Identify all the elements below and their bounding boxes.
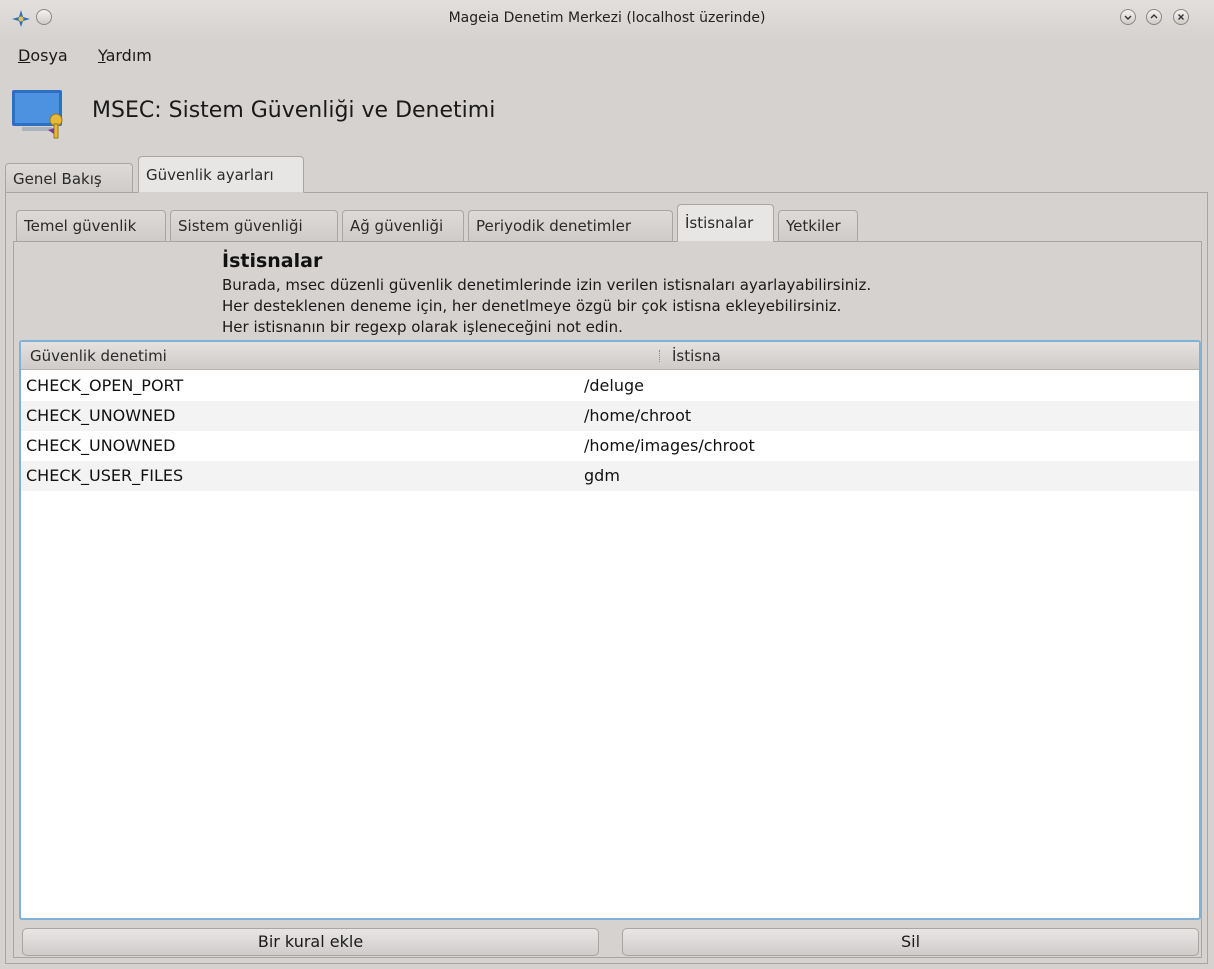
cell-security-check: CHECK_USER_FILES xyxy=(26,466,184,485)
column-separator[interactable] xyxy=(659,350,662,362)
security-monitor-icon xyxy=(10,80,76,140)
description-line: Burada, msec düzenli güvenlik denetimler… xyxy=(222,276,872,294)
section-title: İstisnalar xyxy=(222,250,323,272)
menu-help-label: ardım xyxy=(105,46,152,65)
description-line: Her istisnanın bir regexp olarak işlenec… xyxy=(222,318,623,336)
tab-exceptions[interactable]: İstisnalar xyxy=(677,204,774,242)
menu-file-accel: D xyxy=(18,46,31,65)
cell-security-check: CHECK_UNOWNED xyxy=(26,406,176,425)
tab-general-overview[interactable]: Genel Bakış xyxy=(5,163,133,193)
close-icon[interactable] xyxy=(1173,9,1189,25)
column-header-security-check[interactable]: Güvenlik denetimi xyxy=(30,347,167,365)
minimize-icon[interactable] xyxy=(1120,9,1136,25)
cell-security-check: CHECK_UNOWNED xyxy=(26,436,176,455)
menu-bar: Dosya Yardım xyxy=(0,38,1214,72)
description-line: Her desteklenen deneme için, her denetlm… xyxy=(222,297,842,315)
menu-help-accel: Y xyxy=(98,46,106,65)
page-header: MSEC: Sistem Güvenliği ve Denetimi xyxy=(0,74,1214,150)
cell-exception: gdm xyxy=(584,466,620,485)
app-window: Mageia Denetim Merkezi (localhost üzerin… xyxy=(0,0,1214,969)
table-row[interactable]: CHECK_UNOWNED /home/chroot xyxy=(21,401,1199,431)
title-bar[interactable]: Mageia Denetim Merkezi (localhost üzerin… xyxy=(0,0,1214,38)
table-row[interactable]: CHECK_USER_FILES gdm xyxy=(21,461,1199,491)
tab-basic-security[interactable]: Temel güvenlik xyxy=(16,210,166,241)
column-header-exception[interactable]: İstisna xyxy=(672,347,721,365)
cell-exception: /home/chroot xyxy=(584,406,692,425)
cell-security-check: CHECK_OPEN_PORT xyxy=(26,376,184,395)
exceptions-table[interactable]: Güvenlik denetimi İstisna CHECK_OPEN_POR… xyxy=(19,340,1201,920)
table-row[interactable]: CHECK_OPEN_PORT /deluge xyxy=(21,371,1199,401)
maximize-icon[interactable] xyxy=(1146,9,1162,25)
cell-exception: /home/images/chroot xyxy=(584,436,755,455)
tab-network-security[interactable]: Ağ güvenliği xyxy=(342,210,464,241)
cell-exception: /deluge xyxy=(584,376,644,395)
page-title: MSEC: Sistem Güvenliği ve Denetimi xyxy=(92,98,496,123)
table-row[interactable]: CHECK_UNOWNED /home/images/chroot xyxy=(21,431,1199,461)
menu-file-label: osya xyxy=(30,46,68,65)
tab-permissions[interactable]: Yetkiler xyxy=(778,210,858,241)
menu-file[interactable]: Dosya xyxy=(18,46,68,65)
add-rule-button[interactable]: Bir kural ekle xyxy=(22,928,599,956)
tab-periodic-checks[interactable]: Periyodik denetimler xyxy=(468,210,673,241)
menu-help[interactable]: Yardım xyxy=(98,46,152,65)
delete-button[interactable]: Sil xyxy=(622,928,1199,956)
window-title: Mageia Denetim Merkezi (localhost üzerin… xyxy=(448,10,766,26)
tab-system-security[interactable]: Sistem güvenliği xyxy=(170,210,338,241)
table-header: Güvenlik denetimi İstisna xyxy=(21,342,1199,370)
tab-security-settings[interactable]: Güvenlik ayarları xyxy=(138,156,304,193)
